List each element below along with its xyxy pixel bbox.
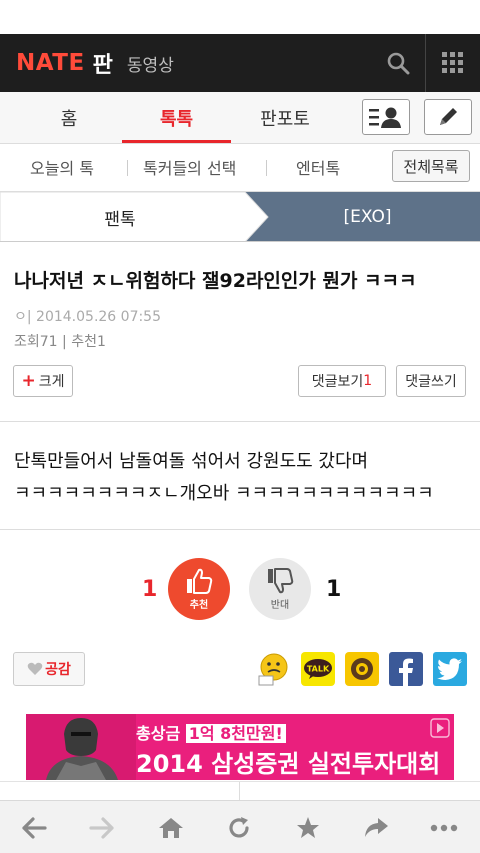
share-kakaostory[interactable] bbox=[345, 652, 379, 686]
star-icon bbox=[297, 816, 319, 838]
share-facebook[interactable] bbox=[389, 652, 423, 686]
video-link[interactable]: 동영상 bbox=[127, 51, 174, 76]
write-comment-button[interactable]: 댓글쓰기 bbox=[396, 365, 466, 397]
share-emoticon[interactable] bbox=[257, 652, 291, 686]
heart-icon bbox=[27, 662, 43, 675]
article-body-line: 단톡만들어서 남돌여돌 섞어서 강원도도 갔다며 bbox=[14, 451, 369, 472]
nate-pan-logo[interactable]: NATE 판 동영상 bbox=[16, 49, 174, 78]
share-twitter[interactable] bbox=[433, 652, 467, 686]
home-icon bbox=[159, 817, 183, 838]
article-author-date: ㅇ| 2014.05.26 07:55 bbox=[14, 309, 162, 325]
oppose-button[interactable]: 반대 bbox=[249, 558, 311, 620]
svg-text:TALK: TALK bbox=[307, 665, 330, 674]
reload-icon bbox=[229, 816, 249, 837]
comment-count: 1 bbox=[363, 373, 373, 389]
search-icon bbox=[387, 52, 410, 75]
divider bbox=[0, 781, 480, 782]
enlarge-text-button[interactable]: + 크게 bbox=[13, 365, 73, 397]
subnav-divider bbox=[266, 160, 267, 176]
emoticon-icon bbox=[258, 653, 288, 686]
kakaotalk-icon: TALK bbox=[304, 659, 332, 679]
subnav-enter-talk[interactable]: 엔터톡 bbox=[296, 144, 340, 190]
breadcrumb-exo[interactable]: [EXO] bbox=[245, 192, 480, 242]
share-kakaotalk[interactable]: TALK bbox=[301, 652, 335, 686]
tab-panphoto[interactable]: 판포토 bbox=[230, 92, 340, 144]
divider bbox=[0, 241, 480, 242]
plus-icon: + bbox=[21, 371, 36, 391]
forward-arrow-icon bbox=[89, 816, 114, 839]
breadcrumb: [EXO] 팬톡 bbox=[0, 192, 480, 242]
view-comments-button[interactable]: 댓글보기 1 bbox=[298, 365, 386, 397]
enlarge-label: 크게 bbox=[38, 374, 65, 390]
facebook-icon bbox=[399, 658, 413, 686]
empathy-label: 공감 bbox=[45, 662, 71, 678]
profile-list-icon bbox=[369, 107, 401, 128]
oppose-label: 반대 bbox=[270, 600, 290, 611]
grid-icon bbox=[442, 52, 463, 73]
share-button[interactable] bbox=[346, 801, 406, 853]
tab-home[interactable]: 홈 bbox=[14, 92, 124, 144]
search-button[interactable] bbox=[371, 34, 425, 92]
oppose-count: 1 bbox=[326, 577, 342, 602]
divider bbox=[0, 421, 480, 422]
tab-toktok[interactable]: 톡톡 bbox=[122, 92, 231, 144]
recommend-label: 추천 bbox=[189, 600, 209, 611]
ad-prize-amount: 1억 8천만원! bbox=[185, 724, 286, 743]
menu-grid-button[interactable] bbox=[426, 34, 480, 92]
thumbs-down-icon bbox=[268, 568, 294, 594]
thumbs-up-icon bbox=[187, 568, 213, 594]
bookmark-button[interactable] bbox=[278, 801, 338, 853]
back-button[interactable] bbox=[4, 801, 64, 853]
article-title: 나나저년 ㅈㄴ위험하다 잴92라인인가 뭔가 ㅋㅋㅋ bbox=[14, 270, 417, 292]
breadcrumb-fantalk[interactable]: 팬톡 bbox=[0, 192, 270, 242]
advertisement-banner[interactable]: 총상금 1억 8천만원! 2014 삼성증권 실전투자대회 bbox=[26, 714, 454, 780]
active-tab-indicator bbox=[122, 140, 231, 143]
subnav-talkers-choice[interactable]: 톡커들의 선택 bbox=[143, 144, 236, 190]
empathy-button[interactable]: 공감 bbox=[13, 652, 85, 686]
article-body-line: ㅋㅋㅋㅋㅋㅋㅋㅋㅈㄴ개오바 ㅋㅋㅋㅋㅋㅋㅋㅋㅋㅋㅋㅋ bbox=[14, 483, 434, 504]
ad-headline: 총상금 1억 8천만원! bbox=[136, 720, 286, 744]
article-stats: 조회71 | 추천1 bbox=[14, 334, 106, 350]
ad-title: 2014 삼성증권 실전투자대회 bbox=[136, 750, 441, 778]
more-menu-button[interactable] bbox=[414, 801, 474, 853]
logo-nate-text: NATE bbox=[16, 50, 85, 76]
ad-prize-label: 총상금 bbox=[136, 724, 181, 743]
pencil-icon bbox=[440, 108, 457, 125]
full-list-button[interactable]: 전체목록 bbox=[392, 150, 470, 182]
more-dots-icon bbox=[430, 824, 458, 831]
recommend-button[interactable]: 추천 bbox=[168, 558, 230, 620]
logo-pan-text: 판 bbox=[92, 53, 113, 78]
twitter-icon bbox=[437, 658, 462, 680]
top-bar: NATE 판 동영상 bbox=[0, 34, 480, 92]
forward-button[interactable] bbox=[72, 801, 132, 853]
my-profile-button[interactable] bbox=[362, 99, 410, 135]
ad-knight-figure bbox=[26, 714, 136, 780]
reload-button[interactable] bbox=[209, 801, 269, 853]
back-arrow-icon bbox=[22, 816, 47, 839]
article-body: 단톡만들어서 남돌여돌 섞어서 강원도도 갔다며 ㅋㅋㅋㅋㅋㅋㅋㅋㅈㄴ개오바 ㅋ… bbox=[14, 446, 470, 510]
divider bbox=[0, 529, 480, 530]
kakaostory-icon bbox=[351, 658, 373, 680]
browser-toolbar bbox=[0, 800, 480, 853]
home-button[interactable] bbox=[141, 801, 201, 853]
subnav-divider bbox=[127, 160, 128, 176]
subnav-today-talk[interactable]: 오늘의 톡 bbox=[30, 144, 94, 190]
write-post-button[interactable] bbox=[424, 99, 472, 135]
recommend-count: 1 bbox=[142, 577, 158, 602]
divider bbox=[239, 782, 240, 800]
main-tabs: 홈 톡톡 판포토 bbox=[0, 92, 480, 144]
ad-choice-icon[interactable] bbox=[430, 718, 450, 738]
view-comments-label: 댓글보기 bbox=[311, 374, 364, 390]
share-arrow-icon bbox=[365, 817, 388, 837]
